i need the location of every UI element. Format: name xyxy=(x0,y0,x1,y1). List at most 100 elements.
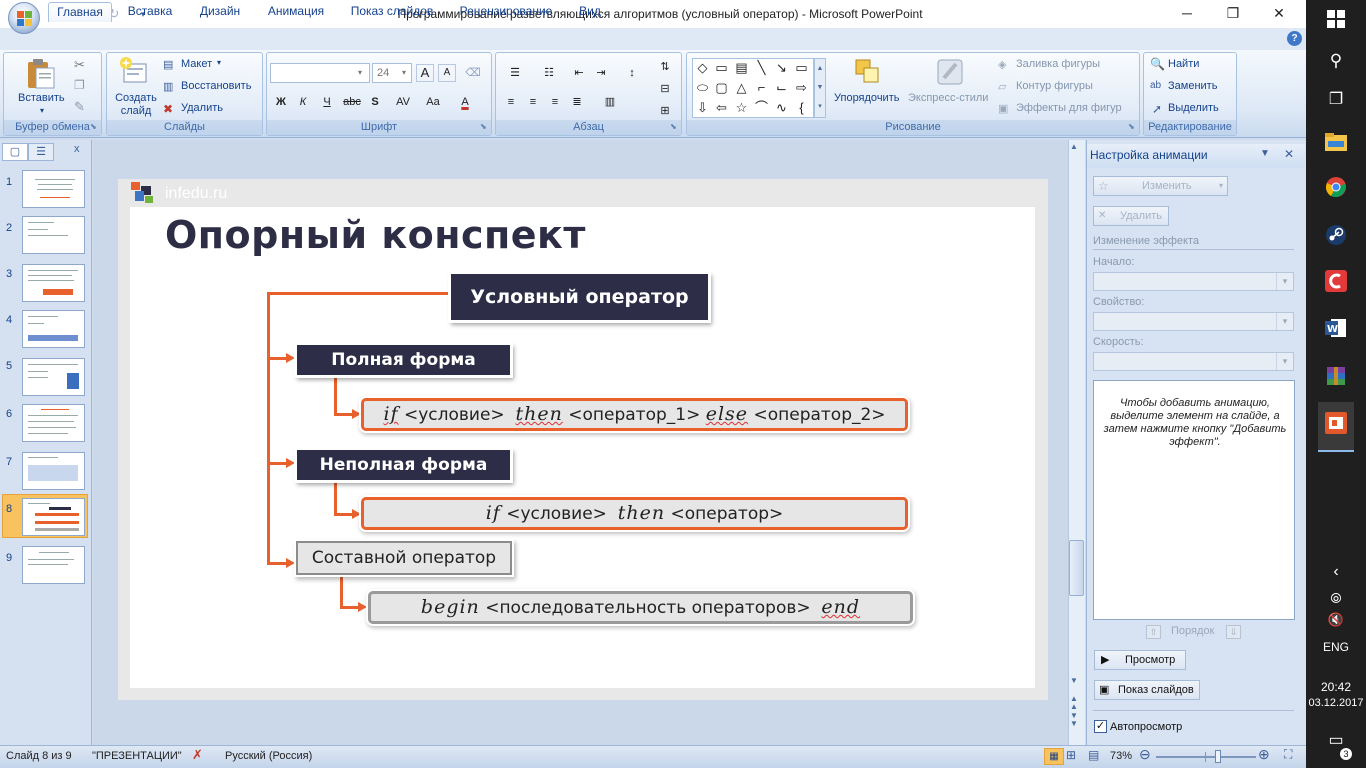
slides-tab-icon[interactable]: ▢ xyxy=(2,143,28,161)
search-icon[interactable]: ⚲ xyxy=(1318,43,1354,79)
full-form-box[interactable]: Полная форма xyxy=(297,345,510,375)
find-button[interactable]: Найти xyxy=(1168,58,1199,70)
show-hidden-icons[interactable]: ‹ xyxy=(1306,563,1366,581)
font-launcher-icon[interactable]: ⬊ xyxy=(480,122,487,131)
format-painter-icon[interactable]: ✎ xyxy=(74,99,85,115)
shape-star-icon[interactable]: ☆ xyxy=(733,99,750,116)
shapes-gallery-scroll[interactable]: ▲ ▼ ▾ xyxy=(814,58,826,118)
delete-slide-button[interactable]: Удалить xyxy=(181,102,223,114)
spellcheck-icon[interactable]: ✗ xyxy=(192,747,203,763)
shape-diamond-icon[interactable]: ◇ xyxy=(694,59,711,76)
compound-operator-box[interactable]: Составной оператор xyxy=(296,541,512,575)
paste-dropdown-icon[interactable]: ▾ xyxy=(40,106,44,115)
zoom-out-icon[interactable]: ⊖ xyxy=(1139,746,1151,763)
layout-icon[interactable]: ▤ xyxy=(163,58,173,71)
tab-home[interactable]: Главная xyxy=(48,2,112,22)
font-name-dropdown-icon[interactable]: ▾ xyxy=(358,63,362,83)
shape-elbow-icon[interactable]: ⌐ xyxy=(753,79,770,96)
shape-rect2-icon[interactable]: ▭ xyxy=(793,59,810,76)
office-button[interactable] xyxy=(4,0,44,34)
font-size-dropdown-icon[interactable]: ▾ xyxy=(402,63,406,83)
tab-insert[interactable]: Вставка xyxy=(118,2,182,22)
compound-syntax-box[interactable]: begin <последовательность операторов> en… xyxy=(368,591,913,624)
tab-review[interactable]: Рецензирование xyxy=(450,2,562,22)
volume-icon[interactable]: 🔇 xyxy=(1306,612,1366,628)
winrar-icon[interactable] xyxy=(1318,363,1354,399)
theme-name[interactable]: "ПРЕЗЕНТАЦИИ" xyxy=(92,750,182,762)
paste-icon[interactable] xyxy=(22,56,62,92)
maximize-button[interactable]: ❐ xyxy=(1210,0,1256,28)
align-center-icon[interactable]: ≡ xyxy=(524,93,542,111)
slide-thumbnail-7[interactable] xyxy=(22,452,85,490)
clock-date[interactable]: 03.12.2017 xyxy=(1306,697,1366,709)
select-icon[interactable]: ➚ xyxy=(1152,102,1162,116)
word-icon[interactable]: W xyxy=(1318,315,1354,351)
close-button[interactable]: ✕ xyxy=(1256,0,1302,28)
slide-thumbnail-2[interactable] xyxy=(22,216,85,254)
clear-format-icon[interactable]: ⌫ xyxy=(464,64,482,82)
partial-form-box[interactable]: Неполная форма xyxy=(297,450,510,480)
shape-rectangle-icon[interactable]: ▭ xyxy=(713,59,730,76)
arrange-button[interactable]: Упорядочить xyxy=(834,92,899,104)
preview-button[interactable]: ▶ Просмотр xyxy=(1094,650,1186,670)
italic-button[interactable]: К xyxy=(294,93,312,111)
shape-down-arrow-icon[interactable]: ⇩ xyxy=(694,99,711,116)
underline-button[interactable]: Ч xyxy=(318,93,336,111)
clock-time[interactable]: 20:42 xyxy=(1306,680,1366,694)
shape-fill-button[interactable]: Заливка фигуры xyxy=(1016,58,1100,70)
justify-icon[interactable]: ≣ xyxy=(568,93,586,111)
tab-slideshow[interactable]: Показ слайдов xyxy=(342,2,442,22)
layout-button[interactable]: Макет xyxy=(181,58,212,70)
drawing-launcher-icon[interactable]: ⬊ xyxy=(1128,122,1135,131)
minimize-button[interactable]: ─ xyxy=(1164,0,1210,28)
shape-elbow-arrow-icon[interactable]: ⌙ xyxy=(773,79,790,96)
shape-right-arrow-icon[interactable]: ⇨ xyxy=(793,79,810,96)
clipboard-launcher-icon[interactable]: ⬊ xyxy=(90,122,97,131)
shape-arrow-line-icon[interactable]: ↘ xyxy=(773,59,790,76)
wifi-icon[interactable]: ⦾ xyxy=(1306,590,1366,607)
numbering-icon[interactable]: ☷ xyxy=(534,64,564,82)
shape-left-brace-icon[interactable]: ⇦ xyxy=(713,99,730,116)
layout-dropdown-icon[interactable]: ▾ xyxy=(217,58,221,67)
slide-thumbnail-3[interactable] xyxy=(22,264,85,302)
spacing-button[interactable]: AV xyxy=(390,93,416,111)
full-form-syntax-box[interactable]: if <условие> then <оператор_1> else <опе… xyxy=(361,398,908,431)
shape-rounded-rect-icon[interactable]: ▢ xyxy=(713,79,730,96)
shape-outline-icon[interactable]: ▱ xyxy=(998,80,1006,93)
task-view-icon[interactable]: ❐ xyxy=(1318,82,1354,118)
file-explorer-icon[interactable] xyxy=(1318,127,1354,163)
columns-icon[interactable]: ▥ xyxy=(598,93,622,111)
shape-oval-icon[interactable]: ⬭ xyxy=(694,79,711,96)
task-pane-close-icon[interactable]: ✕ xyxy=(1284,147,1294,161)
decrease-indent-icon[interactable]: ⇤ xyxy=(570,64,588,82)
scroll-thumb[interactable] xyxy=(1069,540,1084,596)
task-pane-menu-icon[interactable]: ▼ xyxy=(1260,148,1270,159)
bold-button[interactable]: Ж xyxy=(272,93,290,111)
tab-animation[interactable]: Анимация xyxy=(258,2,334,22)
next-slide-icon[interactable]: ▼ ▼ xyxy=(1070,712,1078,728)
close-pane-icon[interactable]: x xyxy=(74,143,80,155)
help-icon[interactable]: ? xyxy=(1287,31,1302,46)
sorter-view-icon[interactable]: ⊞ xyxy=(1066,748,1076,762)
shape-effects-button[interactable]: Эффекты для фигур xyxy=(1016,102,1122,114)
shape-freeform-icon[interactable]: ∿ xyxy=(773,99,790,116)
shape-curve-icon[interactable]: ⌒ xyxy=(753,99,770,116)
align-right-icon[interactable]: ≡ xyxy=(546,93,564,111)
shape-outline-button[interactable]: Контур фигуры xyxy=(1016,80,1093,92)
partial-form-syntax-box[interactable]: if <условие> then <оператор> xyxy=(361,497,908,530)
chrome-icon[interactable] xyxy=(1318,174,1354,210)
steam-icon[interactable] xyxy=(1318,222,1354,258)
tab-view[interactable]: Вид xyxy=(570,2,610,22)
scroll-down-icon[interactable]: ▼ xyxy=(1070,676,1078,685)
copy-icon[interactable]: ❐ xyxy=(74,78,85,92)
slide-thumbnail-5[interactable] xyxy=(22,358,85,396)
prev-slide-icon[interactable]: ▲ ▲ xyxy=(1070,695,1078,711)
quick-styles-icon[interactable] xyxy=(934,56,966,90)
powerpoint-icon[interactable] xyxy=(1318,410,1354,446)
smartart-icon[interactable]: ⊞ xyxy=(656,102,674,120)
cut-icon[interactable]: ✂ xyxy=(74,57,85,73)
shadow-button[interactable]: S xyxy=(366,93,384,111)
zoom-in-icon[interactable]: ⊕ xyxy=(1258,746,1270,763)
input-language[interactable]: ENG xyxy=(1306,640,1366,654)
paragraph-launcher-icon[interactable]: ⬊ xyxy=(670,122,677,131)
